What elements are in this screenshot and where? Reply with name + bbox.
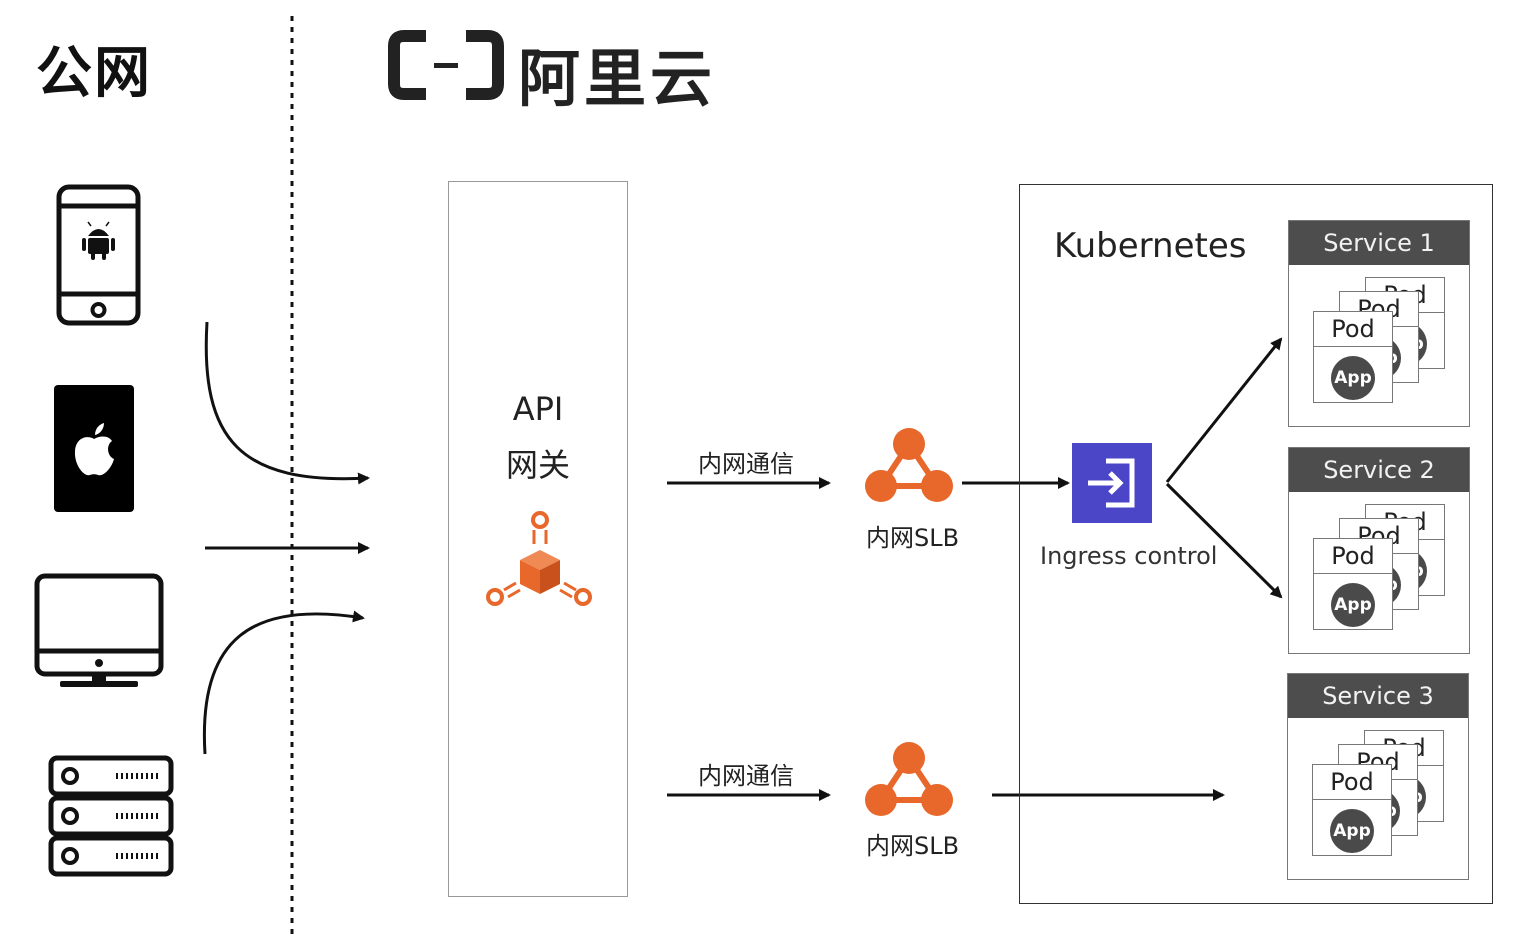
- slb-label-bottom: 内网SLB: [866, 832, 960, 860]
- app-badge: App: [1331, 356, 1375, 400]
- server-rack-icon: [48, 755, 174, 877]
- ingress-icon: [1072, 443, 1152, 523]
- api-gateway-label-line1: API: [512, 390, 564, 428]
- slb-icon: [865, 742, 953, 816]
- service-card-1: Service 1 Pod App Pod App Pod App: [1288, 220, 1470, 427]
- pod-label: Pod: [1314, 312, 1392, 347]
- service-1-header: Service 1: [1289, 221, 1469, 265]
- aliyun-logo-icon: [388, 30, 504, 100]
- app-badge: App: [1331, 583, 1375, 627]
- service-card-2: Service 2 Pod App Pod App Pod App: [1288, 447, 1470, 654]
- api-gateway-label-line2: 网关: [505, 446, 570, 484]
- pod-label: Pod: [1313, 765, 1391, 800]
- kubernetes-title: Kubernetes: [1054, 226, 1247, 266]
- slb-icon: [865, 428, 953, 502]
- app-badge: App: [1330, 809, 1374, 853]
- desktop-monitor-icon: [34, 573, 164, 687]
- pod-label: Pod: [1314, 539, 1392, 574]
- pod-card: Pod App: [1313, 538, 1393, 630]
- service-card-3: Service 3 Pod App Pod App Pod App: [1287, 673, 1469, 880]
- client-arrow-top: [204, 321, 370, 485]
- pod-card: Pod App: [1313, 311, 1393, 403]
- service-3-header: Service 3: [1288, 674, 1468, 718]
- pod-card: Pod App: [1312, 764, 1392, 856]
- ingress-label: Ingress control: [1040, 542, 1218, 570]
- service-2-header: Service 2: [1289, 448, 1469, 492]
- apple-tablet-icon: [54, 385, 134, 512]
- edge-label-bottom: 内网通信: [698, 762, 794, 790]
- slb-label-top: 内网SLB: [866, 524, 960, 552]
- edge-label-top: 内网通信: [698, 450, 794, 478]
- android-phone-icon: [56, 184, 141, 326]
- client-arrow-bottom: [202, 610, 365, 755]
- cloud-brand-title: 阿里云: [518, 42, 717, 115]
- public-zone-title: 公网: [36, 41, 152, 106]
- api-gateway-icon: [486, 511, 592, 606]
